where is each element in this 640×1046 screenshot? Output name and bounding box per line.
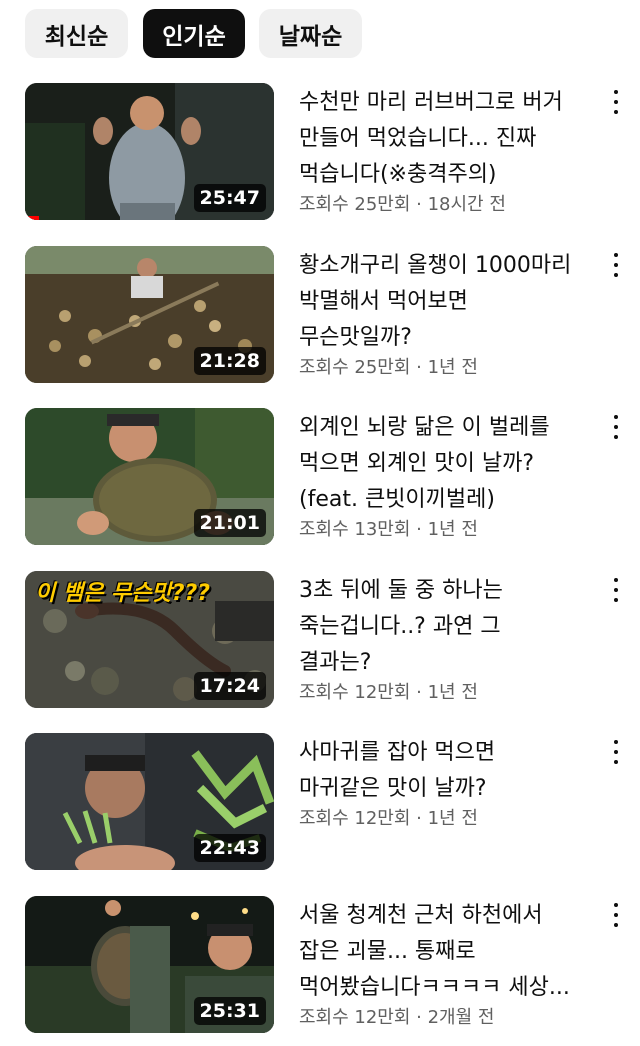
video-item[interactable]: 25:31 서울 청계천 근처 하천에서 잡은 괴물... 통째로 먹어봤습니다… [0, 896, 640, 1046]
chip-latest[interactable]: 최신순 [25, 9, 128, 58]
video-duration: 25:47 [193, 184, 266, 212]
video-meta: 조회수 25만회 · 1년 전 [299, 357, 478, 378]
video-title-line: (feat. 큰빗이끼벌레) [299, 487, 495, 512]
video-title-line: 사마귀를 잡아 먹으면 [299, 740, 496, 765]
video-item[interactable]: 25:47 수천만 마리 러브버그로 버거 만들어 먹었습니다... 진짜 먹습… [0, 83, 640, 233]
video-thumbnail[interactable]: 21:01 [25, 408, 274, 545]
video-title[interactable]: 수천만 마리 러브버그로 버거 만들어 먹었습니다... 진짜 먹습니다(※충격… [299, 85, 589, 193]
thumbnail-overlay-text: 이 뱀은 무슨맛??? [35, 581, 211, 606]
video-item[interactable]: 이 뱀은 무슨맛??? 17:24 3초 뒤에 둘 중 하나는 죽는겁니다..?… [0, 571, 640, 721]
video-title-line: 먹어봤습니다ㅋㅋㅋㅋ 세상... [299, 975, 570, 1000]
video-title-line: 박멸해서 먹어보면 [299, 289, 468, 314]
more-vert-icon[interactable] [606, 87, 626, 117]
video-duration: 25:31 [193, 997, 266, 1025]
video-duration: 17:24 [193, 672, 266, 700]
chip-date[interactable]: 날짜순 [259, 9, 362, 58]
video-item[interactable]: 22:43 사마귀를 잡아 먹으면 마귀같은 맛이 날까? 조회수 12만회 ·… [0, 733, 640, 883]
video-item[interactable]: 21:28 황소개구리 올챙이 1000마리 박멸해서 먹어보면 무슨맛일까? … [0, 246, 640, 396]
video-title-line: 만들어 먹었습니다... 진짜 [299, 126, 537, 151]
video-title-line: 죽는겁니다..? 과연 그 [299, 614, 501, 639]
more-vert-icon[interactable] [606, 412, 626, 442]
video-meta: 조회수 12만회 · 2개월 전 [299, 1007, 495, 1028]
video-title-line: 황소개구리 올챙이 1000마리 [299, 253, 572, 278]
video-meta: 조회수 25만회 · 18시간 전 [299, 194, 506, 215]
video-title-line: 외계인 뇌랑 닮은 이 벌레를 [299, 415, 550, 440]
video-title[interactable]: 서울 청계천 근처 하천에서 잡은 괴물... 통째로 먹어봤습니다ㅋㅋㅋㅋ 세… [299, 898, 589, 1006]
video-title-line: 먹습니다(※충격주의) [299, 162, 497, 187]
video-title-line: 먹으면 외계인 맛이 날까? [299, 451, 535, 476]
video-thumbnail[interactable]: 21:28 [25, 246, 274, 383]
watch-progress-bar [25, 216, 39, 220]
video-title-line: 결과는? [299, 650, 372, 675]
video-title-line: 서울 청계천 근처 하천에서 [299, 903, 543, 928]
video-thumbnail[interactable]: 22:43 [25, 733, 274, 870]
more-vert-icon[interactable] [606, 737, 626, 767]
video-title[interactable]: 외계인 뇌랑 닮은 이 벌레를 먹으면 외계인 맛이 날까? (feat. 큰빗… [299, 410, 589, 518]
video-title-line: 무슨맛일까? [299, 325, 412, 350]
video-thumbnail[interactable]: 25:47 [25, 83, 274, 220]
more-vert-icon[interactable] [606, 575, 626, 605]
video-meta: 조회수 12만회 · 1년 전 [299, 682, 478, 703]
video-title[interactable]: 사마귀를 잡아 먹으면 마귀같은 맛이 날까? [299, 735, 589, 807]
more-vert-icon[interactable] [606, 250, 626, 280]
more-vert-icon[interactable] [606, 900, 626, 930]
video-thumbnail[interactable]: 25:31 [25, 896, 274, 1033]
video-meta: 조회수 12만회 · 1년 전 [299, 808, 478, 829]
video-duration: 22:43 [193, 834, 266, 862]
video-title-line: 마귀같은 맛이 날까? [299, 776, 487, 801]
video-title-line: 수천만 마리 러브버그로 버거 [299, 90, 563, 115]
video-item[interactable]: 21:01 외계인 뇌랑 닮은 이 벌레를 먹으면 외계인 맛이 날까? (fe… [0, 408, 640, 558]
video-title-line: 3초 뒤에 둘 중 하나는 [299, 578, 503, 603]
sort-chip-bar: 최신순 인기순 날짜순 [0, 0, 640, 66]
video-duration: 21:01 [193, 509, 266, 537]
video-title-line: 잡은 괴물... 통째로 [299, 939, 476, 964]
video-meta: 조회수 13만회 · 1년 전 [299, 519, 478, 540]
video-title[interactable]: 3초 뒤에 둘 중 하나는 죽는겁니다..? 과연 그 결과는? [299, 573, 589, 681]
video-thumbnail[interactable]: 이 뱀은 무슨맛??? 17:24 [25, 571, 274, 708]
video-title[interactable]: 황소개구리 올챙이 1000마리 박멸해서 먹어보면 무슨맛일까? [299, 248, 589, 356]
chip-popular[interactable]: 인기순 [143, 9, 245, 58]
video-duration: 21:28 [193, 347, 266, 375]
